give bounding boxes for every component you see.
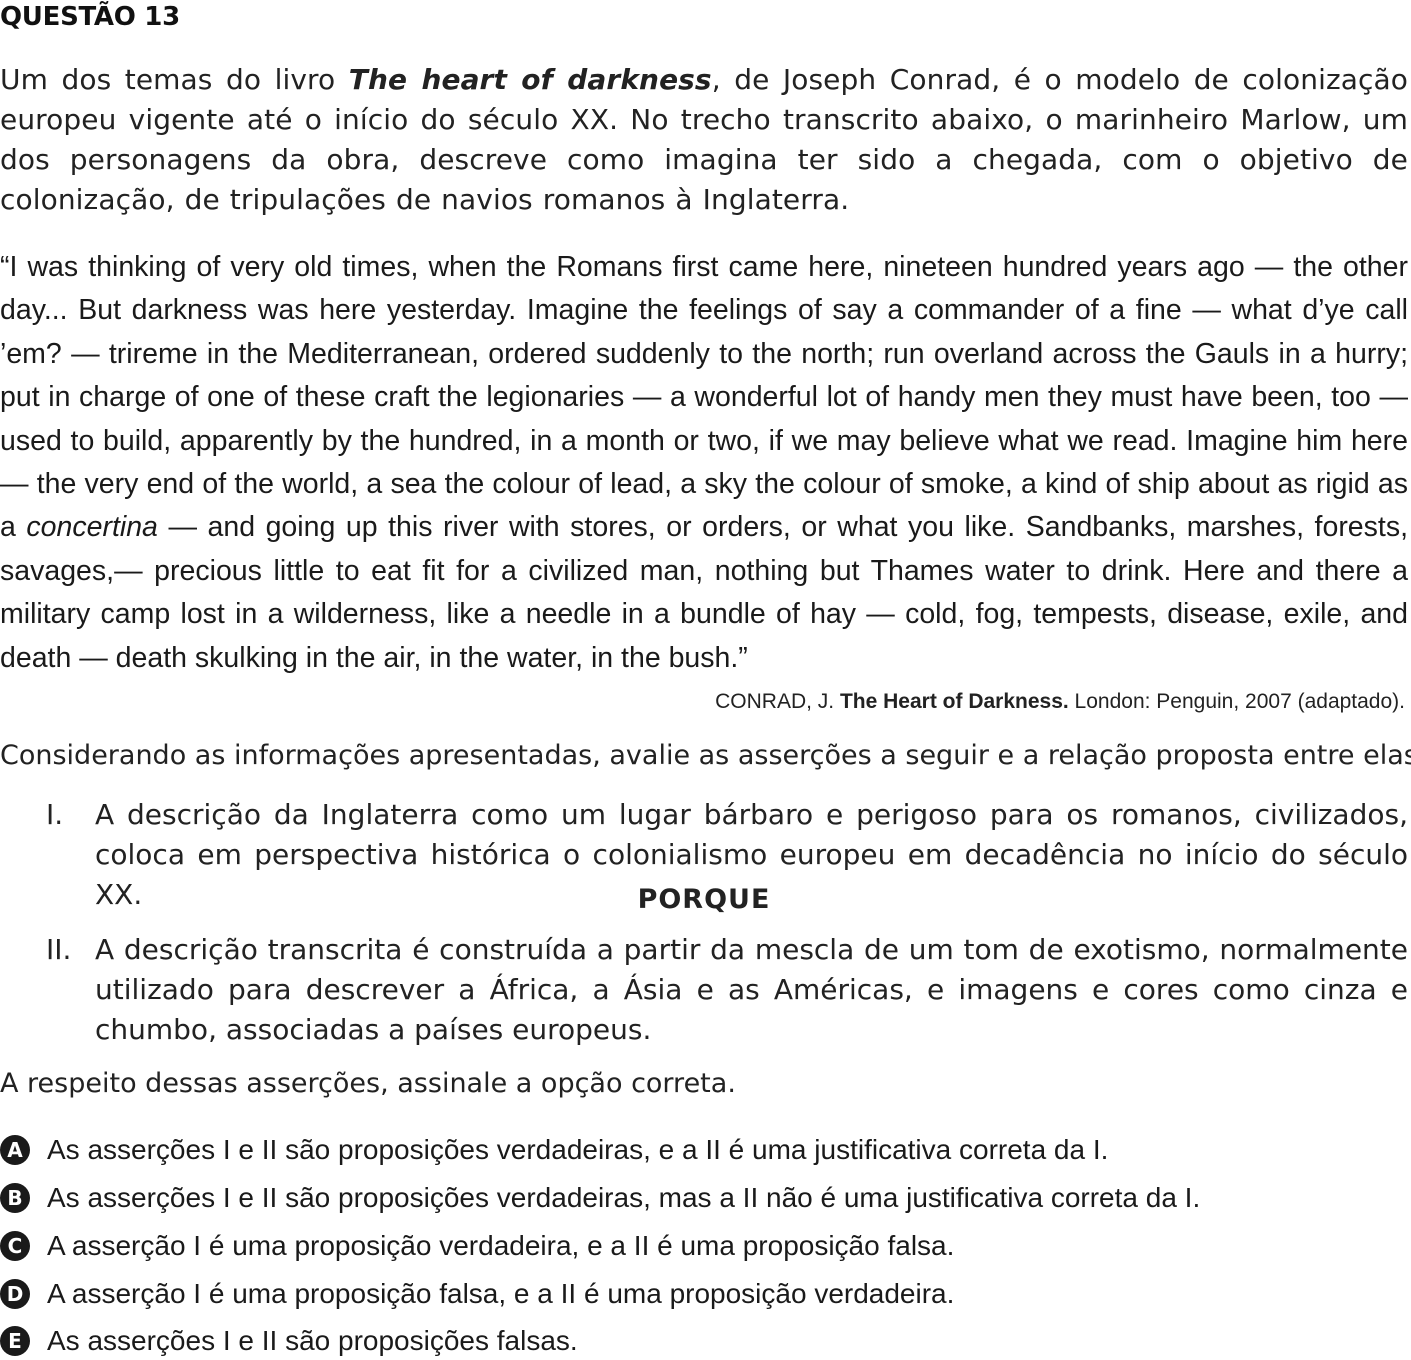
option-letter-badge: D [0, 1279, 30, 1309]
intro-text-start: Um dos temas do livro [0, 63, 349, 96]
option-text: A asserção I é uma proposição falsa, e a… [47, 1278, 955, 1309]
assertion-text: A descrição transcrita é construída a pa… [95, 933, 1408, 1046]
option-a[interactable]: A As asserções I e II são proposições ve… [0, 1132, 1108, 1168]
option-e[interactable]: E As asserções I e II são proposições fa… [0, 1323, 578, 1359]
option-text: As asserções I e II são proposições verd… [47, 1182, 1201, 1213]
option-c[interactable]: C A asserção I é uma proposição verdadei… [0, 1228, 954, 1264]
quote-text-end: — and going up this river with stores, o… [0, 511, 1408, 674]
quoted-excerpt: “I was thinking of very old times, when … [0, 246, 1408, 680]
option-text: As asserções I e II são proposições verd… [47, 1134, 1109, 1165]
option-d[interactable]: D A asserção I é uma proposição falsa, e… [0, 1276, 954, 1312]
source-author: CONRAD, J. [715, 690, 840, 713]
assertion-number: I. [46, 798, 64, 831]
intro-paragraph: Um dos temas do livro The heart of darkn… [0, 60, 1408, 220]
book-title: The heart of darkness [348, 63, 712, 96]
question-title: QUESTÃO 13 [0, 2, 180, 32]
option-letter-badge: B [0, 1183, 30, 1213]
quote-text-start: “I was thinking of very old times, when … [0, 251, 1408, 544]
option-letter-badge: E [0, 1326, 30, 1356]
source-work: The Heart of Darkness. [839, 690, 1069, 713]
source-rest: London: Penguin, 2007 (adaptado). [1068, 690, 1405, 713]
option-letter-badge: A [0, 1135, 30, 1165]
option-text: A asserção I é uma proposição verdadeira… [47, 1230, 955, 1261]
option-b[interactable]: B As asserções I e II são proposições ve… [0, 1180, 1200, 1216]
instruction-text: Considerando as informações apresentadas… [0, 740, 1411, 771]
source-citation: CONRAD, J. The Heart of Darkness. London… [715, 690, 1405, 714]
assertion-number: II. [46, 933, 72, 966]
option-text: As asserções I e II são proposições fals… [47, 1325, 578, 1356]
porque-connector: PORQUE [637, 884, 771, 915]
quote-italic-word: concertina [26, 511, 158, 544]
question-prompt: A respeito dessas asserções, assinale a … [0, 1068, 736, 1099]
option-letter-badge: C [0, 1231, 30, 1261]
